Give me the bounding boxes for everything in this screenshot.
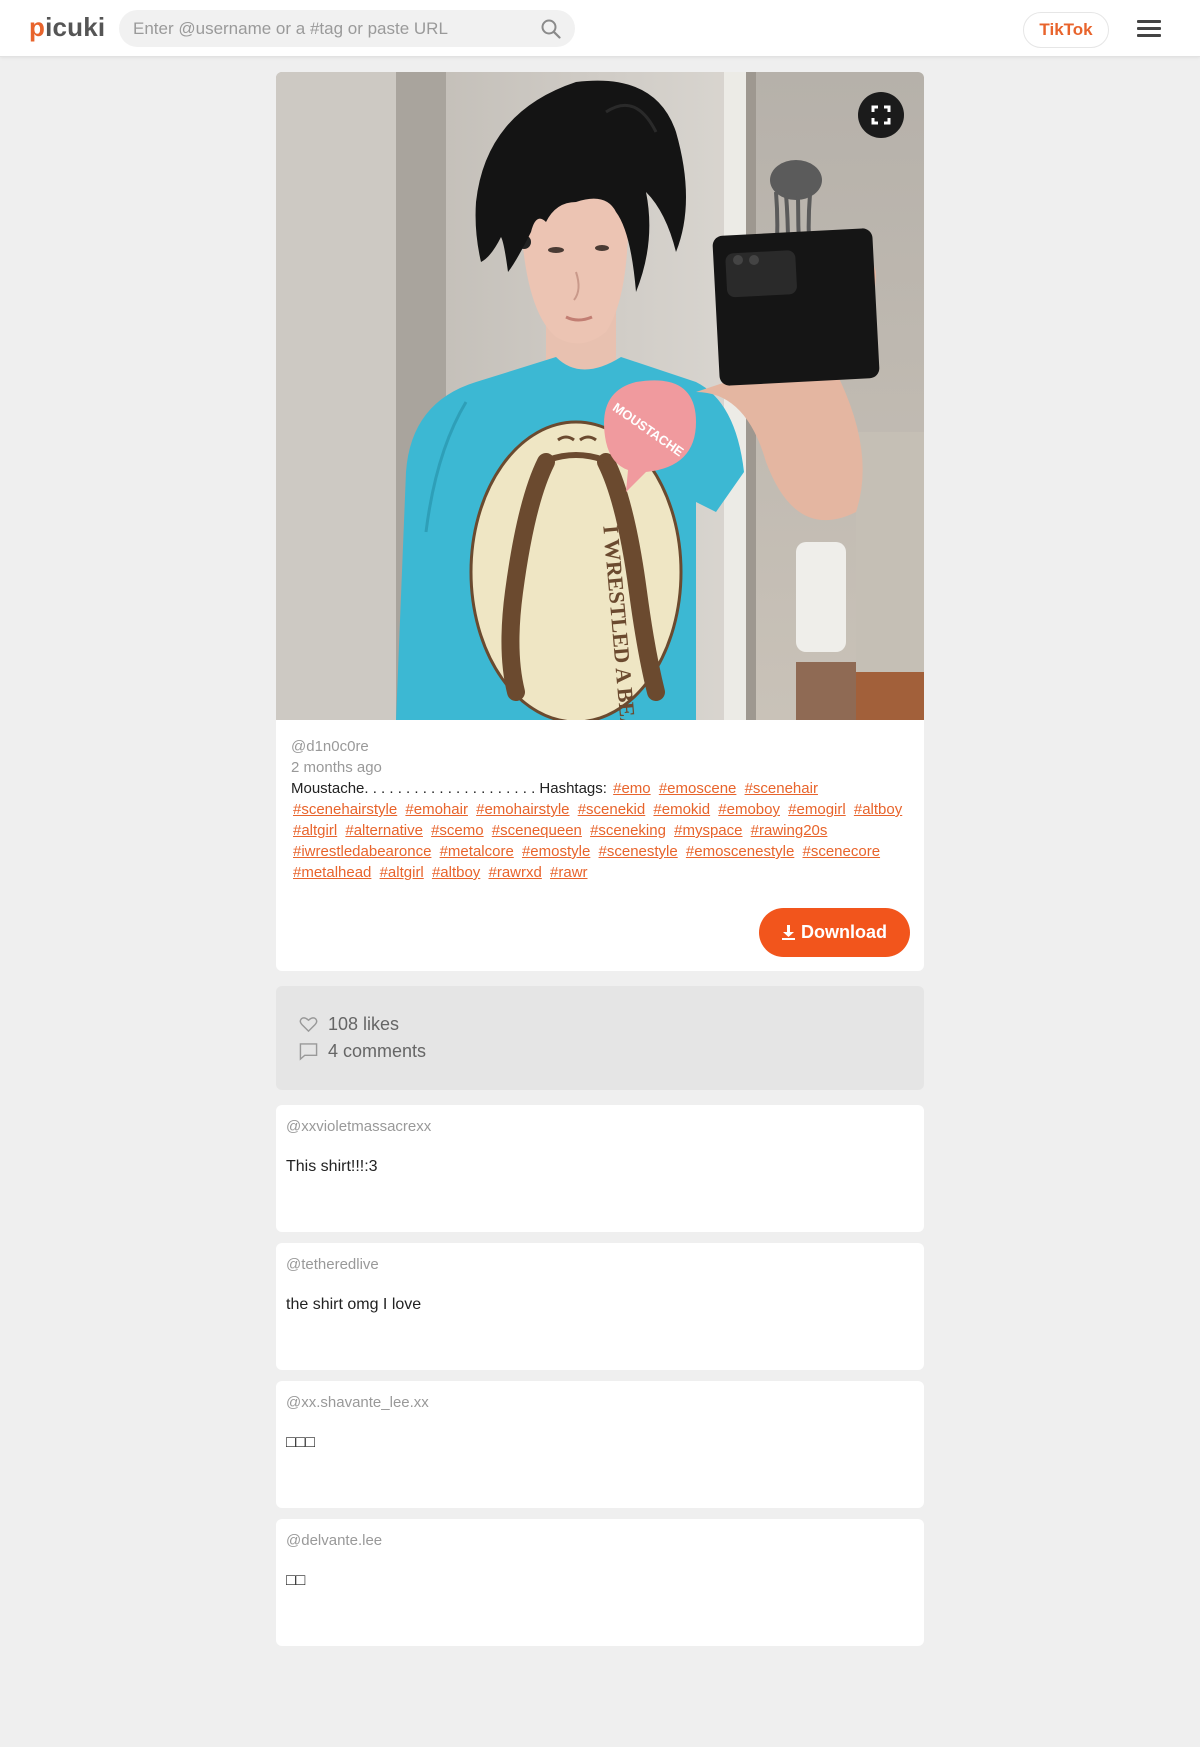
hashtag-link[interactable]: #emohairstyle <box>476 801 569 818</box>
post-photo-illustration: MOUSTACHE I WRESTLED A BEAR ONCE <box>276 72 924 720</box>
hashtag-link[interactable]: #altgirl <box>380 864 424 881</box>
comments-stat: 4 comments <box>299 1041 426 1062</box>
post-caption: Moustache. . . . . . . . . . . . . . . .… <box>291 778 916 883</box>
hashtag-link[interactable]: #rawing20s <box>751 822 828 839</box>
post-info: @d1n0c0re 2 months ago Moustache. . . . … <box>291 736 916 883</box>
hashtag-link[interactable]: #scenequeen <box>492 822 582 839</box>
post-username[interactable]: @d1n0c0re <box>291 736 916 757</box>
post-time: 2 months ago <box>291 759 382 776</box>
hashtag-link[interactable]: #emo <box>613 780 651 797</box>
comment-card: @tetheredlive the shirt omg I love <box>276 1243 924 1370</box>
comment-username[interactable]: @xxvioletmassacrexx <box>286 1118 431 1135</box>
caption-text: Moustache. . . . . . . . . . . . . . . .… <box>291 780 607 797</box>
hashtag-link[interactable]: #scenecore <box>802 843 880 860</box>
hashtag-link[interactable]: #emoboy <box>718 801 780 818</box>
search-icon[interactable] <box>541 19 561 39</box>
post-stats: 108 likes 4 comments <box>276 986 924 1090</box>
hashtag-link[interactable]: #emokid <box>653 801 710 818</box>
hashtag-link[interactable]: #sceneking <box>590 822 666 839</box>
comment-text: □□ <box>286 1572 306 1589</box>
hashtag-link[interactable]: #scenehairstyle <box>293 801 397 818</box>
picuki-logo[interactable]: picuki <box>29 12 105 43</box>
logo-text: icuki <box>45 12 106 42</box>
fullscreen-button[interactable] <box>858 92 904 138</box>
heart-icon <box>299 1017 318 1033</box>
search-input[interactable] <box>133 10 533 47</box>
download-button[interactable]: Download <box>759 908 910 957</box>
comment-username[interactable]: @delvante.lee <box>286 1532 382 1549</box>
comments-count: 4 comments <box>328 1041 427 1061</box>
hashtag-link[interactable]: #myspace <box>674 822 742 839</box>
hashtag-link[interactable]: #iwrestledabearonce <box>293 843 431 860</box>
tiktok-button[interactable]: TikTok <box>1023 12 1109 48</box>
comment-text: the shirt omg I love <box>286 1296 422 1313</box>
post-photo[interactable]: MOUSTACHE I WRESTLED A BEAR ONCE <box>276 72 924 720</box>
comment-card: @delvante.lee □□ <box>276 1519 924 1646</box>
hamburger-menu-icon[interactable] <box>1137 20 1163 40</box>
logo-letter-p: p <box>29 12 46 42</box>
hashtag-link[interactable]: #rawrxd <box>488 864 541 881</box>
comment-text: This shirt!!!:3 <box>286 1158 378 1175</box>
fullscreen-icon <box>871 105 891 125</box>
download-label: Download <box>801 922 887 942</box>
hashtag-link[interactable]: #emoscenestyle <box>686 843 794 860</box>
hashtag-link[interactable]: #emogirl <box>788 801 846 818</box>
comment-username[interactable]: @xx.shavante_lee.xx <box>286 1394 429 1411</box>
hashtag-link[interactable]: #emostyle <box>522 843 590 860</box>
hashtag-link[interactable]: #altgirl <box>293 822 337 839</box>
hashtag-link[interactable]: #altboy <box>432 864 480 881</box>
hashtag-link[interactable]: #scenestyle <box>599 843 678 860</box>
likes-stat: 108 likes <box>299 1014 399 1035</box>
comment-bubble-icon <box>299 1043 318 1061</box>
hashtag-link[interactable]: #scenekid <box>578 801 646 818</box>
hashtag-link[interactable]: #alternative <box>345 822 423 839</box>
top-header: picuki TikTok <box>0 0 1200 57</box>
hashtag-link[interactable]: #altboy <box>854 801 902 818</box>
hashtag-link[interactable]: #metalhead <box>293 864 371 881</box>
hashtag-link[interactable]: #metalcore <box>440 843 514 860</box>
comment-card: @xxvioletmassacrexx This shirt!!!:3 <box>276 1105 924 1232</box>
comment-card: @xx.shavante_lee.xx □□□ <box>276 1381 924 1508</box>
likes-count: 108 likes <box>328 1014 400 1034</box>
hashtag-link[interactable]: #emoscene <box>659 780 737 797</box>
comment-username[interactable]: @tetheredlive <box>286 1256 379 1273</box>
comment-text: □□□ <box>286 1434 315 1451</box>
search-bar <box>119 10 575 47</box>
hashtag-link[interactable]: #emohair <box>405 801 468 818</box>
post-card: MOUSTACHE I WRESTLED A BEAR ONCE @d1n0c0… <box>276 72 924 971</box>
download-arrow-icon <box>782 925 795 940</box>
hashtag-link[interactable]: #scemo <box>431 822 484 839</box>
hashtag-link[interactable]: #scenehair <box>745 780 818 797</box>
hashtag-link[interactable]: #rawr <box>550 864 588 881</box>
